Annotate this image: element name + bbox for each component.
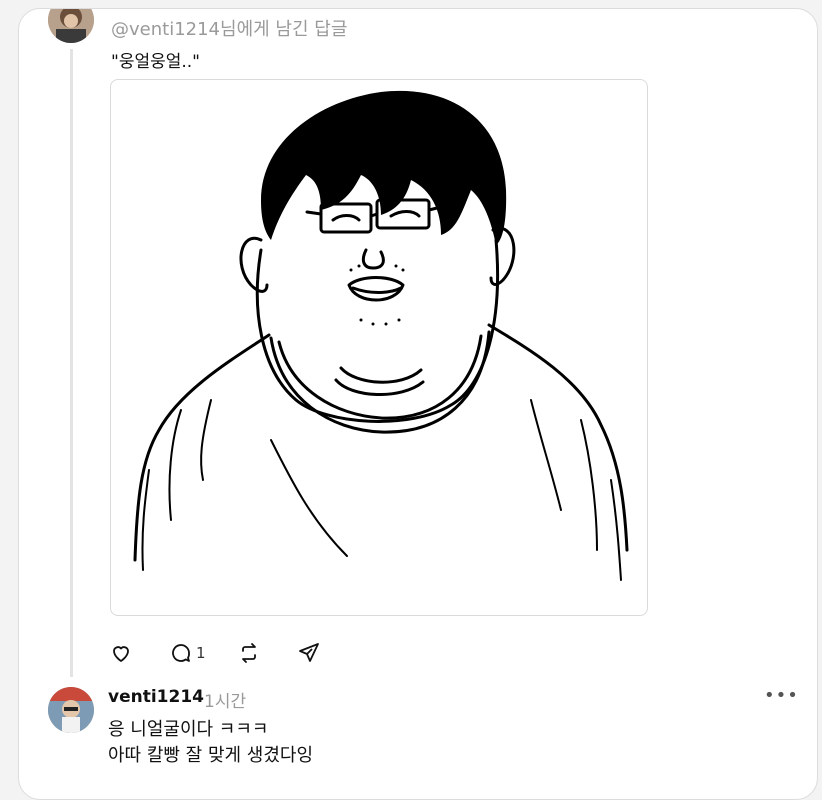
reply-count: 1 bbox=[196, 644, 206, 662]
parent-author-avatar[interactable] bbox=[48, 9, 94, 43]
share-button[interactable] bbox=[297, 641, 321, 665]
more-icon[interactable]: ••• bbox=[764, 685, 799, 706]
comment-icon bbox=[172, 644, 190, 662]
reply-to-label: @venti1214님에게 남긴 답글 bbox=[111, 15, 347, 41]
send-icon bbox=[299, 643, 319, 662]
post-image[interactable] bbox=[110, 79, 648, 616]
cartoon-face-drawing bbox=[133, 90, 629, 581]
reply-to-handle[interactable]: @venti1214 bbox=[111, 19, 220, 40]
reply-text-line-1: 응 니얼굴이다 ㅋㅋㅋ bbox=[108, 719, 269, 740]
like-button[interactable] bbox=[109, 641, 133, 665]
heart-icon bbox=[113, 646, 129, 662]
reply-author-avatar[interactable] bbox=[48, 687, 94, 733]
thread-card: @venti1214님에게 남긴 답글 "웅얼웅얼.." 1 venti1214… bbox=[18, 8, 818, 800]
reply-author-name[interactable]: venti1214 bbox=[108, 687, 204, 707]
reply-to-suffix: 님에게 남긴 답글 bbox=[220, 19, 348, 40]
repost-button[interactable] bbox=[237, 641, 261, 665]
comment-button[interactable]: 1 bbox=[169, 641, 206, 665]
post-text: "웅얼웅얼.." bbox=[111, 52, 201, 72]
reply-text-line-2: 아따 칼빵 잘 맞게 생겼다잉 bbox=[108, 745, 314, 766]
repost-icon bbox=[242, 643, 256, 663]
thread-line bbox=[70, 49, 73, 677]
reply-timestamp: 1시간 bbox=[204, 692, 247, 712]
